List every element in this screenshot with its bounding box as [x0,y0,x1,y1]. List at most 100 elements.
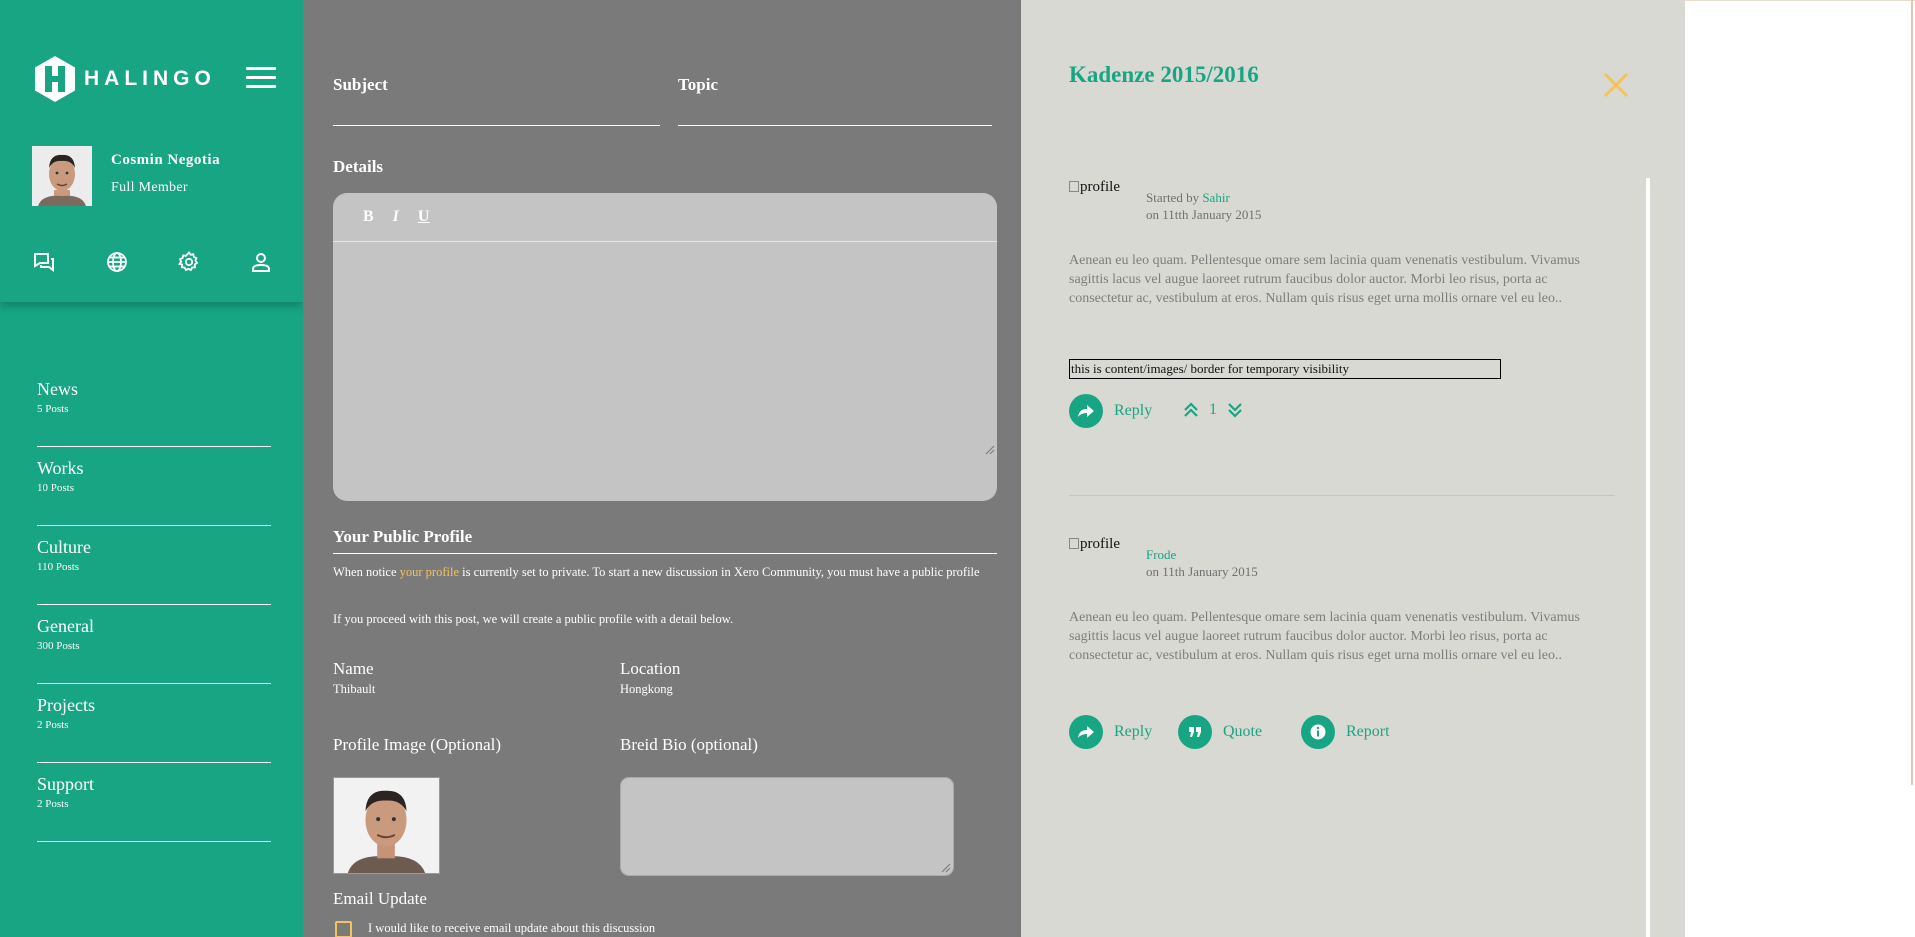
post-divider [1069,495,1615,496]
upvote-icon[interactable] [1183,401,1199,419]
topic-label: Topic [678,75,719,94]
globe-icon[interactable] [105,250,129,274]
avatar-portrait [32,146,92,206]
user-icon[interactable] [249,250,273,274]
notice-text: When notice [333,565,400,579]
details-editor: B I U [333,193,997,501]
sidebar-nav: News 5 Posts Works 10 Posts Culture 110 … [37,368,271,842]
details-label: Details [333,157,384,176]
editor-toolbar: B I U [333,193,997,242]
report-button[interactable]: Report [1301,715,1390,749]
nav-label: Support [37,774,95,794]
new-discussion-form: Subject Topic Details B I U Your Public … [303,0,1021,937]
broken-image-icon [1069,538,1079,549]
subject-input[interactable] [333,125,660,126]
post-body: Aenean eu leo quam. Pellentesque omare s… [1069,253,1580,306]
underline-button[interactable]: U [418,208,430,226]
sidebar-item-news[interactable]: News 5 Posts [37,368,271,447]
nav-label: Culture [37,537,91,557]
started-by-text: Started by [1146,190,1203,205]
post-body: Aenean eu leo quam. Pellentesque omare s… [1069,610,1580,663]
subject-label: Subject [333,75,388,94]
profile-image-label: Profile Image (Optional) [333,735,502,754]
nav-count: 110 Posts [37,561,80,573]
menu-icon[interactable] [246,67,276,91]
nav-count: 2 Posts [37,798,69,810]
post-author[interactable]: Sahir [1202,190,1229,205]
nav-label: General [37,616,94,636]
post-date: on 11tth January 2015 [1146,207,1262,222]
post-avatar: profile [1069,536,1120,553]
profile-image[interactable] [333,777,440,874]
post-date: on 11th January 2015 [1146,564,1258,579]
nav-count: 300 Posts [37,640,80,652]
sidebar-item-works[interactable]: Works 10 Posts [37,447,271,526]
page-edge [1911,0,1913,785]
sidebar-item-general[interactable]: General 300 Posts [37,605,271,684]
profile-notice: When notice your profile is currently se… [333,564,997,580]
profile-portrait [334,778,439,873]
reply-button[interactable]: Reply [1069,394,1152,428]
close-icon[interactable] [1602,71,1630,99]
report-label: Report [1346,723,1390,740]
info-icon [1301,715,1335,749]
halingo-logo-icon [35,56,75,102]
details-textarea[interactable] [333,243,997,455]
your-profile-link[interactable]: your profile [400,565,459,579]
nav-label: News [37,379,78,399]
sidebar-item-culture[interactable]: Culture 110 Posts [37,526,271,605]
quote-label: Quote [1223,723,1263,740]
italic-button[interactable]: I [393,208,399,226]
user-role: Full Member [111,180,188,195]
email-update-checkbox[interactable] [335,921,352,937]
quote-icon [1178,715,1212,749]
scrollbar[interactable] [1646,178,1650,937]
vote-control: 1 [1183,401,1243,419]
profile-notice-secondary: If you proceed with this post, we will c… [333,612,734,626]
email-update-label: Email Update [333,889,427,908]
thread-title: Kadenze 2015/2016 [1069,62,1259,87]
location-label: Location [620,659,681,678]
thread-panel: Kadenze 2015/2016 profile Started by Sah… [1021,0,1685,937]
post-author[interactable]: Frode [1146,547,1176,562]
sidebar-header: HALINGO Cosmin Negotia Full Member [0,0,303,302]
nav-label: Projects [37,695,95,715]
resize-handle-icon[interactable] [941,863,951,873]
vote-count: 1 [1209,401,1217,418]
quote-button[interactable]: Quote [1178,715,1262,749]
bio-label: Breid Bio (optional) [620,735,758,754]
nav-count: 5 Posts [37,403,69,415]
page-background-right [1685,0,1915,937]
name-label: Name [333,659,374,678]
resize-handle-icon[interactable] [985,445,995,455]
sidebar: HALINGO Cosmin Negotia Full Member News … [0,0,303,937]
public-profile-title: Your Public Profile [333,527,473,546]
bio-textarea[interactable] [620,777,954,876]
gear-icon[interactable] [177,250,201,274]
post-avatar-alt: profile [1080,536,1120,552]
broken-image-icon [1069,181,1079,192]
bold-button[interactable]: B [363,208,374,226]
downvote-icon[interactable] [1227,401,1243,419]
logo[interactable]: HALINGO [32,54,216,104]
reply-icon [1069,715,1103,749]
sidebar-item-support[interactable]: Support 2 Posts [37,763,271,842]
reply-button[interactable]: Reply [1069,715,1152,749]
user-name: Cosmin Negotia [111,152,221,168]
reply-icon [1069,394,1103,428]
reply-label: Reply [1114,402,1153,419]
location-value: Hongkong [620,682,673,696]
name-value: Thibault [333,682,376,696]
reply-label: Reply [1114,723,1153,740]
post-meta: Frode on 11th January 2015 [1146,546,1258,580]
avatar[interactable] [32,146,92,206]
topic-input[interactable] [678,125,992,126]
section-divider [333,553,997,554]
post-avatar-alt: profile [1080,179,1120,195]
post-meta: Started by Sahir on 11tth January 2015 [1146,189,1261,223]
sidebar-item-projects[interactable]: Projects 2 Posts [37,684,271,763]
chat-icon[interactable] [32,250,56,274]
top-border [1685,0,1915,1]
email-update-checkbox-label: I would like to receive email update abo… [368,921,656,935]
logo-text: HALINGO [84,67,216,90]
